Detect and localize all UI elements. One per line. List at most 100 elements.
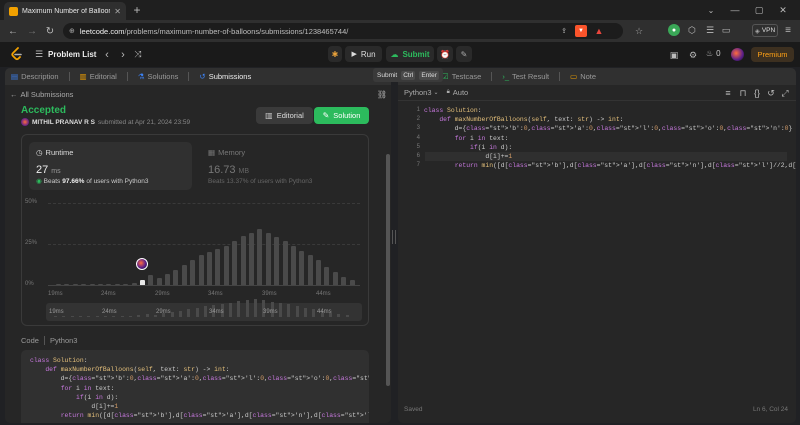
browser-tab[interactable]: Maximum Number of Balloons ✕ [4, 2, 126, 20]
share-icon[interactable]: ⇪ [559, 26, 569, 36]
reload-icon[interactable]: ↻ [43, 24, 57, 38]
distribution-bar[interactable] [207, 252, 212, 285]
distribution-bar[interactable] [190, 260, 196, 285]
debug-button[interactable]: ✱ [328, 46, 342, 62]
distribution-bar[interactable] [248, 232, 254, 285]
vpn-badge[interactable]: ◈ VPN [752, 24, 778, 37]
runtime-distribution-chart[interactable]: 50% 25% 0% [22, 199, 368, 289]
distribution-bar[interactable] [265, 232, 271, 285]
forward-icon[interactable]: → [25, 24, 39, 38]
tab-test-result[interactable]: ›_ Test Result [502, 72, 549, 81]
distribution-bar[interactable] [215, 248, 221, 285]
bookmark-icon[interactable]: ☆ [632, 24, 646, 38]
close-tab-icon[interactable]: ✕ [114, 7, 121, 16]
next-problem-icon[interactable]: › [117, 48, 129, 61]
distribution-bar[interactable] [341, 276, 347, 285]
distribution-bar[interactable] [282, 240, 288, 285]
close-window-icon[interactable]: ✕ [776, 3, 790, 17]
range-brush[interactable]: 19ms 24ms 29ms 34ms 39ms 44ms [46, 299, 362, 321]
distribution-bar[interactable] [114, 283, 120, 285]
submit-button[interactable]: ☁ Submit [386, 46, 434, 62]
reset-icon[interactable]: ↺ [766, 88, 776, 98]
distribution-bar[interactable] [349, 280, 355, 285]
code-editor[interactable]: class Solution: def maxNumberOfBalloons(… [424, 106, 796, 170]
left-panel-scrollbar[interactable] [386, 154, 390, 386]
leetcode-logo[interactable] [10, 47, 23, 61]
editor-code-line[interactable]: class Solution: [424, 106, 794, 115]
runtime-card[interactable]: ◷ Runtime 27 ms ◉ Beats 97.66% of users … [29, 142, 192, 190]
minimize-icon[interactable]: — [728, 3, 742, 17]
tab-search-icon[interactable]: ⌄ [705, 3, 717, 17]
timer-button[interactable]: ⏰ [437, 46, 453, 62]
address-bar[interactable]: ⊕ leetcode.com/problems/maximum-number-o… [63, 23, 623, 39]
distribution-bar[interactable] [97, 283, 103, 285]
distribution-bar[interactable] [81, 283, 87, 285]
notes-button[interactable]: ✎ [456, 46, 472, 62]
distribution-bar[interactable] [156, 278, 162, 285]
problem-list-icon[interactable]: ☰ [33, 49, 45, 60]
editor-code-line[interactable]: d={class="st">'b':0,class="st">'a':0,cla… [424, 124, 794, 133]
distribution-bar[interactable] [131, 283, 137, 285]
solution-button[interactable]: ✎ Solution [314, 107, 369, 124]
distribution-bar[interactable] [332, 271, 338, 285]
tab-description[interactable]: ▤ Description [11, 72, 59, 81]
tab-submissions[interactable]: ↺ Submissions [199, 72, 251, 81]
distribution-bar[interactable] [64, 283, 70, 285]
distribution-bar[interactable] [72, 283, 78, 285]
random-problem-icon[interactable]: ⤨ [132, 48, 144, 61]
tab-editorial[interactable]: ▥ Editorial [80, 72, 117, 81]
distribution-bar[interactable] [106, 283, 112, 285]
editor-code-line[interactable]: for i in text: [424, 134, 794, 143]
distribution-bar[interactable] [257, 229, 263, 285]
distribution-bar[interactable] [299, 250, 305, 285]
tab-note[interactable]: ▭ Note [570, 72, 596, 81]
distribution-bar[interactable] [223, 245, 229, 285]
distribution-bar[interactable] [56, 283, 61, 285]
distribution-bar[interactable] [89, 283, 95, 285]
distribution-bar[interactable] [148, 275, 154, 285]
distribution-bar[interactable] [232, 240, 238, 285]
tab-solutions[interactable]: ⚗ Solutions [138, 72, 179, 81]
editorial-button[interactable]: ▥ Editorial [256, 107, 313, 124]
language-select[interactable]: Python3 ⌄ [404, 88, 439, 97]
your-submission-marker[interactable] [135, 258, 148, 271]
extension-icon[interactable]: ● [668, 24, 680, 36]
streak-counter[interactable]: ♨ 0 [706, 49, 721, 58]
editor-code-line[interactable]: return min([d[class="st">'b'],d[class="s… [424, 161, 796, 170]
distribution-bar[interactable] [290, 245, 296, 285]
brave-shields-icon[interactable]: ▼ [575, 25, 587, 37]
submitter-avatar[interactable] [21, 118, 29, 126]
settings-gear-icon[interactable]: ⚙ [687, 49, 699, 61]
new-tab-icon[interactable]: + [130, 3, 144, 17]
memory-card[interactable]: ▦ Memory 16.73 MB Beats 13.37% of users … [202, 142, 362, 190]
auto-save-toggle[interactable]: 🔒︎ Auto [447, 88, 469, 97]
site-info-icon[interactable]: ⊕ [69, 27, 75, 35]
distribution-bar[interactable] [240, 235, 246, 285]
reading-list-icon[interactable]: ☰ [704, 24, 716, 36]
distribution-bar[interactable] [198, 255, 204, 285]
copy-link-icon[interactable]: ⛓ [377, 89, 387, 99]
distribution-bar[interactable] [139, 280, 145, 285]
run-button[interactable]: ▶ Run [345, 46, 382, 62]
panel-resize-handle[interactable] [392, 230, 396, 244]
editor-code-line[interactable]: def maxNumberOfBalloons(self, text: str)… [424, 115, 794, 124]
braces-icon[interactable]: {} [752, 88, 762, 98]
premium-button[interactable]: Premium [751, 47, 794, 62]
submitter-name[interactable]: MITHIL PRANAV R S [32, 119, 95, 126]
wallet-icon[interactable]: ▭ [720, 24, 732, 36]
back-icon[interactable]: ← [6, 24, 20, 38]
maximize-icon[interactable]: ▢ [752, 3, 766, 17]
format-icon[interactable]: ≡ [723, 88, 733, 98]
distribution-bar[interactable] [307, 255, 313, 285]
distribution-bar[interactable] [165, 273, 171, 285]
tab-testcase[interactable]: ☑ Testcase [442, 72, 481, 81]
distribution-bar[interactable] [274, 237, 280, 285]
distribution-bar[interactable] [181, 265, 187, 285]
problem-list-link[interactable]: Problem List [48, 50, 96, 59]
menu-icon[interactable]: ≡ [782, 24, 794, 36]
user-avatar[interactable] [731, 48, 744, 61]
brave-rewards-icon[interactable]: ▲ [593, 25, 605, 37]
all-submissions-link[interactable]: ← All Submissions [10, 90, 73, 99]
editor-code-line[interactable]: if(i in d): [424, 143, 794, 152]
editor-code-line[interactable]: d[i]+=1 [424, 152, 794, 161]
